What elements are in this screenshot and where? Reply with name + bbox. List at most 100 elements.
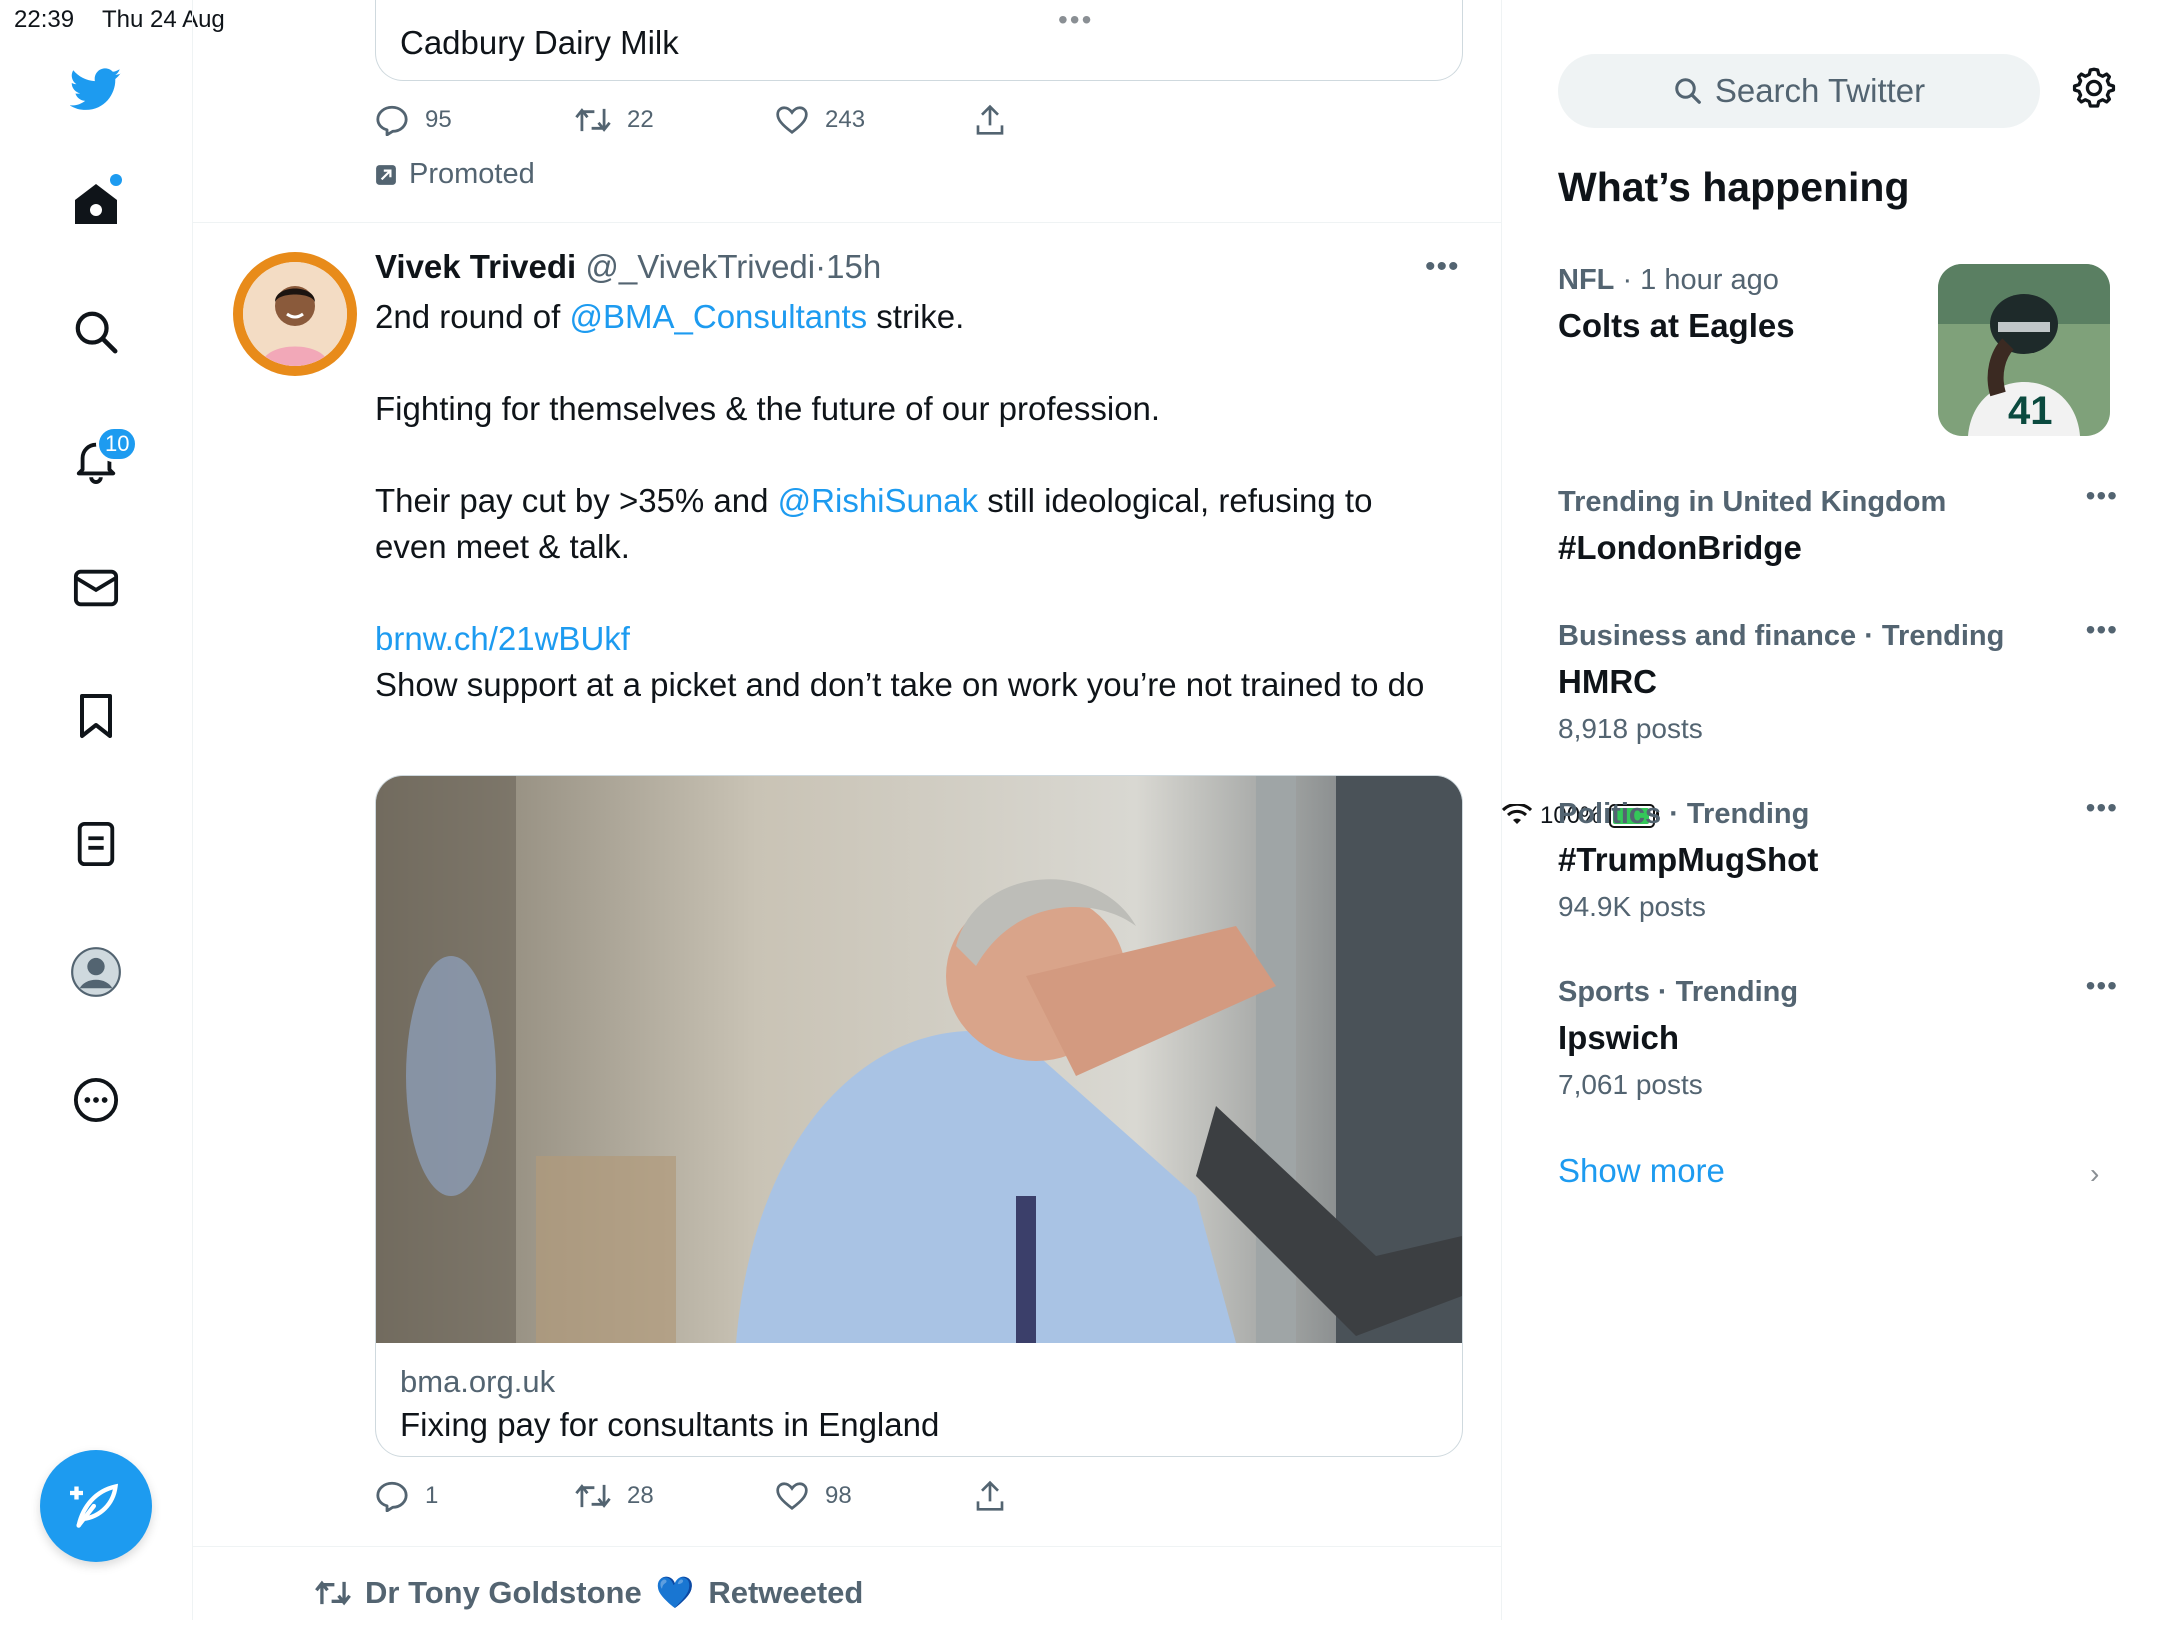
bookmark-icon[interactable]: [56, 676, 136, 756]
share-icon: [976, 1480, 1004, 1511]
retweeter-name: Dr Tony Goldstone: [365, 1574, 642, 1610]
trend-post-count: 94.9K posts: [1558, 891, 1706, 922]
trend-topic: #LondonBridge: [1558, 529, 1802, 566]
tweet-more-icon[interactable]: •••: [1425, 250, 1460, 284]
like-count: 98: [825, 1482, 852, 1509]
like-icon: [776, 106, 808, 134]
promo-card-text: Cadbury Dairy Milk: [400, 24, 679, 61]
trend-item[interactable]: Sports · Trending Ipswich 7,061 posts ••…: [1558, 970, 2118, 1101]
tweet-line-3: Their pay cut by >35% and @RishiSunak st…: [375, 478, 1415, 570]
trend-more-icon[interactable]: •••: [2086, 480, 2118, 512]
retweet-button[interactable]: 22: [575, 104, 775, 136]
retweet-count: 28: [627, 1482, 654, 1509]
trend-item[interactable]: Trending in United Kingdom #LondonBridge…: [1558, 480, 2118, 567]
promoted-text: Promoted: [409, 158, 535, 190]
timeline[interactable]: Cadbury Dairy Milk 95 22 243 Promoted Vi…: [193, 0, 1502, 1620]
tweet-text-part: strike.: [867, 298, 965, 335]
trend-more-icon[interactable]: •••: [2086, 970, 2118, 1002]
trend-image-photo: 41: [1938, 264, 2110, 436]
tweet-separator: ·: [815, 248, 827, 285]
mail-icon[interactable]: [56, 548, 136, 628]
tweet-header: Vivek Trivedi @_VivekTrivedi·15h: [375, 248, 881, 286]
link-card-image: [376, 776, 1462, 1343]
profile-icon[interactable]: [56, 932, 136, 1012]
trend-topic: HMRC: [1558, 663, 1657, 700]
like-button[interactable]: 98: [775, 1480, 975, 1512]
link-card[interactable]: bma.org.uk Fixing pay for consultants in…: [375, 775, 1463, 1457]
trend-category: NFL: [1558, 264, 1615, 296]
share-button[interactable]: [975, 104, 1175, 136]
trend-item[interactable]: Politics · Trending #TrumpMugShot 94.9K …: [1558, 792, 2118, 923]
search-placeholder: Search Twitter: [1714, 72, 1926, 109]
reply-count: 1: [425, 1482, 439, 1509]
show-more-link[interactable]: Show more: [1558, 1152, 1725, 1190]
like-icon: [776, 1482, 808, 1510]
link-card-domain: bma.org.uk: [400, 1364, 556, 1399]
mention-rishi[interactable]: @RishiSunak: [778, 482, 978, 519]
trend-more-icon[interactable]: •••: [2086, 792, 2118, 824]
compose-button[interactable]: [40, 1450, 152, 1562]
trend-time: 1 hour ago: [1640, 264, 1779, 296]
promoted-icon: [376, 164, 396, 185]
reply-icon: [376, 1481, 408, 1512]
tweet-actions: 1 28 98: [375, 1480, 1175, 1512]
tweet-text-part: Their pay cut by >35% and: [375, 482, 778, 519]
trend-more-icon[interactable]: •••: [2086, 614, 2118, 646]
retweet-button[interactable]: 28: [575, 1480, 775, 1512]
trend-post-count: 7,061 posts: [1558, 1069, 1703, 1100]
notifications-badge: 10: [96, 426, 139, 462]
retweet-icon: [315, 1580, 351, 1605]
tweet-author-name[interactable]: Vivek Trivedi: [375, 248, 576, 285]
reply-count: 95: [425, 106, 452, 133]
mention-bma[interactable]: @BMA_Consultants: [570, 298, 868, 335]
retweet-icon: [575, 1484, 611, 1508]
trend-item[interactable]: Business and finance · Trending HMRC 8,9…: [1558, 614, 2118, 745]
avatar[interactable]: [233, 252, 357, 376]
home-icon[interactable]: [56, 164, 136, 244]
trend-context: Sports · Trending: [1558, 976, 1799, 1008]
tweet-text: 2nd round of @BMA_Consultants strike. Fi…: [375, 294, 1465, 708]
tweet-time[interactable]: 15h: [826, 248, 881, 285]
compose-icon: [70, 1483, 119, 1528]
right-sidebar: Search Twitter What’s happening NFL · 1 …: [1502, 0, 2160, 1620]
tweet-text-part: 2nd round of: [375, 298, 570, 335]
tweet-line-1: 2nd round of @BMA_Consultants strike.: [375, 294, 1465, 340]
chevron-right-icon[interactable]: ›: [2090, 1158, 2099, 1190]
explore-search-icon[interactable]: [56, 292, 136, 372]
reply-button[interactable]: 95: [375, 104, 575, 136]
gear-icon[interactable]: [2072, 66, 2116, 115]
whats-happening-title: What’s happening: [1558, 164, 1910, 210]
retweeted-by-line[interactable]: Dr Tony Goldstone 💙 Retweeted: [315, 1574, 863, 1611]
link-card-title: Fixing pay for consultants in England: [400, 1406, 940, 1443]
share-button[interactable]: [975, 1480, 1175, 1512]
svg-text:41: 41: [2008, 389, 2053, 433]
avatar-portrait: [243, 262, 347, 366]
trend-separator: ·: [1622, 264, 1633, 296]
like-button[interactable]: 243: [775, 104, 975, 136]
promoted-label: Promoted: [375, 158, 535, 191]
tweet-divider: [193, 1546, 1501, 1547]
search-input[interactable]: Search Twitter: [1558, 54, 2040, 128]
search-icon: [1675, 78, 1701, 104]
home-new-dot: [110, 174, 122, 186]
more-circle-icon[interactable]: [56, 1060, 136, 1140]
like-count: 243: [825, 106, 866, 133]
trend-context: Business and finance · Trending: [1558, 620, 2005, 652]
promo-card[interactable]: Cadbury Dairy Milk: [375, 0, 1463, 81]
tweet-author-handle[interactable]: @_VivekTrivedi: [585, 248, 815, 285]
trend-image[interactable]: 41: [1938, 264, 2110, 436]
trend-context: Trending in United Kingdom: [1558, 486, 1947, 518]
retweet-icon: [575, 108, 611, 132]
trend-topic: Ipswich: [1558, 1019, 1680, 1056]
lists-icon[interactable]: [56, 804, 136, 884]
side-nav: 10: [0, 0, 193, 1620]
twitter-bird-icon[interactable]: [56, 50, 136, 130]
bell-icon[interactable]: 10: [56, 420, 139, 500]
trend-topic: #TrumpMugShot: [1558, 841, 1819, 878]
promo-actions: 95 22 243: [375, 104, 1175, 136]
reply-button[interactable]: 1: [375, 1480, 575, 1512]
reply-icon: [376, 105, 408, 136]
tweet-link[interactable]: brnw.ch/21wBUkf: [375, 616, 1465, 662]
tweet-divider: [193, 222, 1501, 223]
trend-post-count: 8,918 posts: [1558, 713, 1703, 744]
